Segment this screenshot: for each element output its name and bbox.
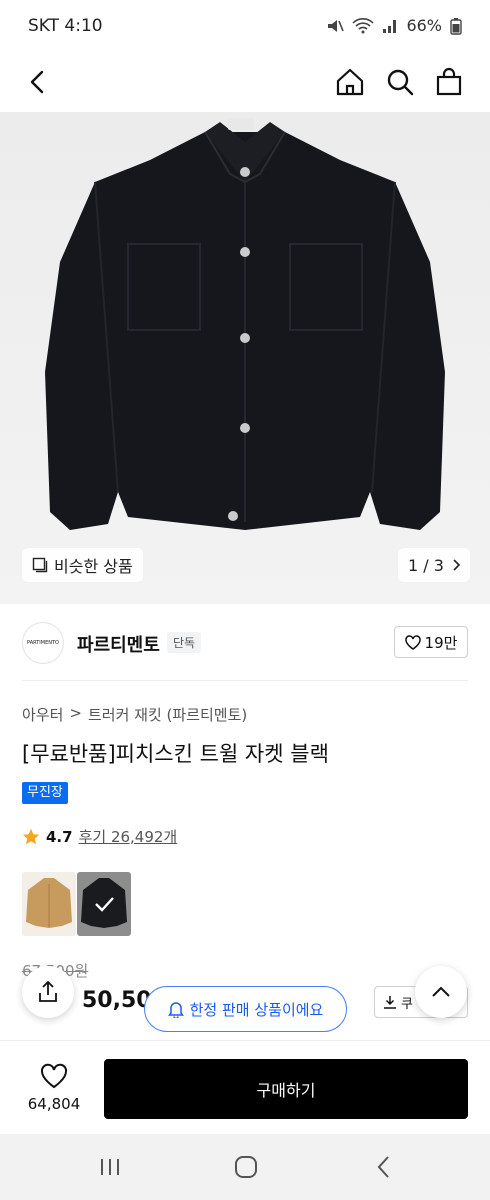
back-icon[interactable] [18,62,58,102]
similar-icon [32,557,48,573]
brand-like-count: 19만 [424,633,458,652]
home-icon[interactable] [330,62,370,102]
breadcrumb-separator: > [69,704,82,722]
share-button[interactable] [22,966,74,1018]
recents-icon[interactable] [90,1150,130,1184]
mute-icon [328,19,345,32]
breadcrumb-trucker[interactable]: 트러커 재킷 (파르티멘토) [88,704,247,725]
exclusive-badge: 단독 [167,632,202,653]
heart-icon [404,634,421,650]
share-icon [39,981,57,1002]
bell-icon [167,1002,184,1018]
product-image[interactable]: 비슷한 상품 1 / 3 [0,112,490,604]
status-time: SKT 4:10 [28,16,103,36]
product-title: [무료반품]피치스킨 트윌 자켓 블랙 [22,742,329,766]
star-icon [22,828,40,844]
bag-icon[interactable] [429,62,469,102]
chevron-right-icon [453,559,460,571]
review-count-link[interactable]: 후기 26,492개 [79,826,178,847]
similar-products-label: 비슷한 상품 [54,557,133,576]
breadcrumb-outer[interactable]: 아우터 [22,704,63,725]
battery-icon [450,17,462,35]
image-pager[interactable]: 1 / 3 [398,548,470,582]
scroll-top-button[interactable] [415,966,467,1018]
brand-logo[interactable]: PARTIMENTO [22,622,64,664]
black-jacket-thumb [81,878,127,928]
wifi-icon [352,17,375,33]
buy-button[interactable]: 구매하기 [104,1059,468,1119]
brand-name[interactable]: 파르티멘토 [77,631,160,657]
color-option-black-selected[interactable] [77,872,131,936]
home-circle-icon[interactable] [226,1150,266,1184]
image-pager-text: 1 / 3 [408,555,444,575]
signal-icon [383,19,397,33]
status-bar: SKT 4:10 66% [0,0,490,54]
status-icons: 66% [326,16,462,35]
back-nav-icon[interactable] [364,1150,404,1184]
purchase-bar: 64,804 구매하기 [0,1040,490,1134]
breadcrumb: 아우터 > 트러커 재킷 (파르티멘토) [22,704,247,725]
brand-row: PARTIMENTO 파르티멘토 단독 19만 [22,620,468,666]
wishlist-count: 64,804 [27,1095,81,1113]
search-icon[interactable] [380,62,420,102]
rating-score: 4.7 [46,827,73,846]
coupon-label: 쿠 [401,996,413,1012]
top-nav [0,54,490,112]
limited-sale-notice[interactable]: 한정 판매 상품이에요 [144,986,347,1032]
color-option-tan[interactable] [22,872,76,936]
system-nav-bar [0,1134,490,1200]
similar-products-button[interactable]: 비슷한 상품 [22,548,143,582]
divider [22,680,468,681]
wishlist-button[interactable]: 64,804 [22,1063,86,1113]
sale-price: 50,50 [82,988,152,1013]
product-tag: 무진장 [22,782,68,804]
tan-jacket-thumb [26,878,72,928]
heart-icon [40,1063,68,1089]
jacket-illustration [45,118,445,530]
battery-percent: 66% [406,16,442,35]
download-icon [384,996,396,1009]
brand-like-button[interactable]: 19만 [394,626,468,658]
chevron-up-icon [432,986,450,997]
rating-row[interactable]: 4.7 후기 26,492개 [22,826,177,847]
limited-sale-text: 한정 판매 상품이에요 [189,1000,324,1019]
